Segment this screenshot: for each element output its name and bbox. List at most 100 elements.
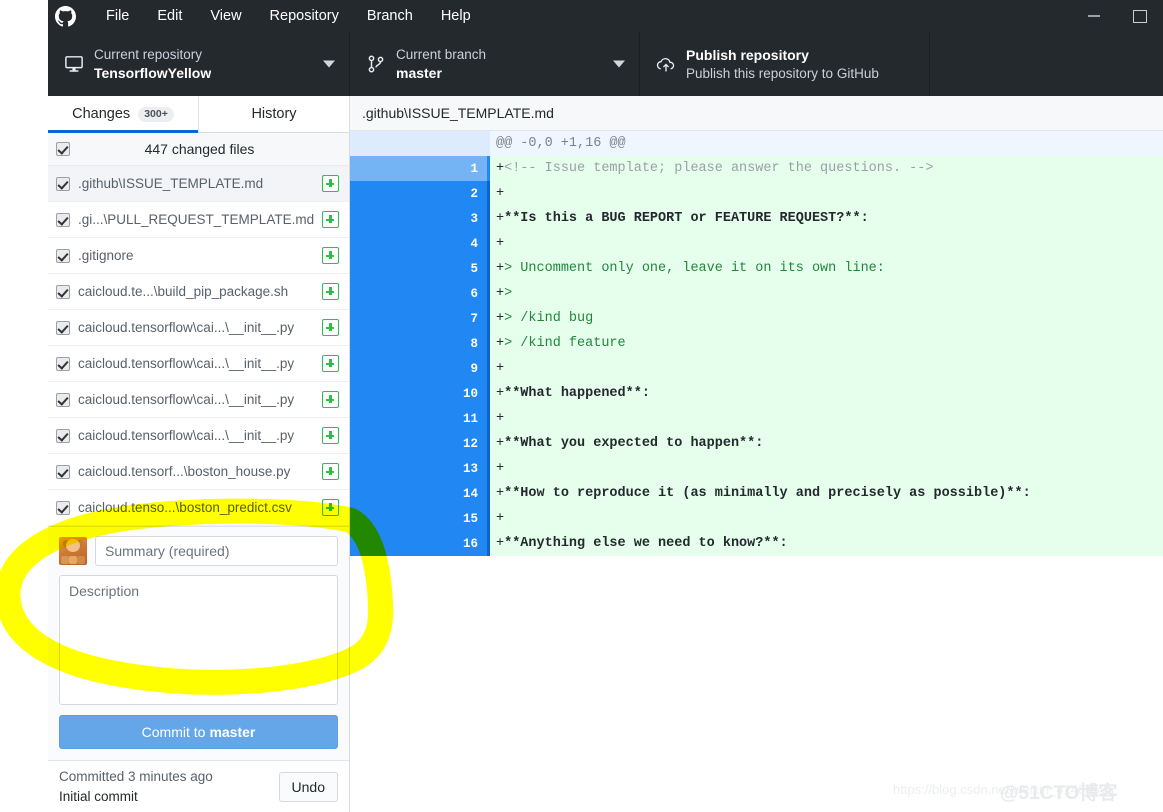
menu-view[interactable]: View — [196, 0, 255, 32]
diff-line-number[interactable]: 3 — [420, 206, 490, 231]
diff-line-number[interactable]: 8 — [420, 331, 490, 356]
publish-repository-button[interactable]: Publish repository Publish this reposito… — [640, 32, 930, 96]
diff-line[interactable]: 15 + — [350, 506, 1163, 531]
diff-line-number[interactable]: 12 — [420, 431, 490, 456]
toolbar: Current repository TensorflowYellow Curr… — [48, 32, 1163, 96]
undo-button[interactable]: Undo — [278, 771, 338, 802]
diff-line-number[interactable]: 2 — [420, 181, 490, 206]
diff-line-number[interactable]: 7 — [420, 306, 490, 331]
current-branch-button[interactable]: Current branch master — [350, 32, 640, 96]
diff-line-number[interactable]: 4 — [420, 231, 490, 256]
select-all-row[interactable]: 447 changed files — [48, 133, 349, 166]
diff-line-text: + — [490, 506, 1163, 531]
file-checkbox[interactable] — [56, 176, 70, 191]
diff-gutter-old[interactable] — [350, 456, 420, 481]
diff-line-number[interactable]: 1 — [420, 156, 490, 181]
diff-body[interactable]: @@ -0,0 +1,16 @@ 1 + <!-- Issue template;… — [350, 131, 1163, 812]
file-checkbox[interactable] — [56, 392, 70, 407]
github-desktop-window: File Edit View Repository Branch Help Cu… — [48, 0, 1163, 812]
select-all-checkbox[interactable] — [56, 142, 70, 156]
menu-branch[interactable]: Branch — [353, 0, 427, 32]
file-checkbox[interactable] — [56, 320, 70, 335]
diff-gutter-old[interactable] — [350, 256, 420, 281]
diff-line-number[interactable]: 10 — [420, 381, 490, 406]
diff-gutter-old[interactable] — [350, 356, 420, 381]
diff-gutter-old[interactable] — [350, 231, 420, 256]
diff-gutter-old[interactable] — [350, 531, 420, 556]
file-row[interactable]: caicloud.tensorflow\cai...\__init__.py — [48, 382, 349, 418]
diff-gutter-old[interactable] — [350, 156, 420, 181]
diff-line-number[interactable]: 14 — [420, 481, 490, 506]
commit-description-input[interactable]: Description — [59, 575, 338, 705]
diff-line-number[interactable]: 13 — [420, 456, 490, 481]
file-row[interactable]: .gitignore — [48, 238, 349, 274]
file-row[interactable]: .github\ISSUE_TEMPLATE.md — [48, 166, 349, 202]
diff-line-number[interactable]: 16 — [420, 531, 490, 556]
commit-summary-input[interactable]: Summary (required) — [95, 536, 338, 566]
menu-repository[interactable]: Repository — [256, 0, 353, 32]
changed-files-list[interactable]: .github\ISSUE_TEMPLATE.md .gi...\PULL_RE… — [48, 166, 349, 526]
diff-line-number[interactable]: 6 — [420, 281, 490, 306]
publish-subtitle: Publish this repository to GitHub — [686, 65, 879, 81]
current-repository-button[interactable]: Current repository TensorflowYellow — [48, 32, 350, 96]
diff-gutter-old[interactable] — [350, 206, 420, 231]
diff-gutter-old[interactable] — [350, 506, 420, 531]
diff-line[interactable]: 6 + > — [350, 281, 1163, 306]
diff-line-text: + **How to reproduce it (as minimally and… — [490, 481, 1163, 506]
diff-line[interactable]: 10 + **What happened**: — [350, 381, 1163, 406]
file-row[interactable]: .gi...\PULL_REQUEST_TEMPLATE.md — [48, 202, 349, 238]
diff-line-number[interactable]: 11 — [420, 406, 490, 431]
diff-gutter-old[interactable] — [350, 381, 420, 406]
diff-gutter-old[interactable] — [350, 406, 420, 431]
file-row[interactable]: caicloud.tenso...\boston_predict.csv — [48, 490, 349, 526]
menu-help[interactable]: Help — [427, 0, 485, 32]
diff-line-text: + > /kind feature — [490, 331, 1163, 356]
menu-edit[interactable]: Edit — [143, 0, 196, 32]
tab-changes[interactable]: Changes 300+ — [48, 96, 198, 133]
diff-line[interactable]: 3 + **Is this a BUG REPORT or FEATURE REQ… — [350, 206, 1163, 231]
diff-line-number[interactable]: 5 — [420, 256, 490, 281]
menu-file[interactable]: File — [92, 0, 143, 32]
diff-line[interactable]: 7 + > /kind bug — [350, 306, 1163, 331]
file-added-icon — [322, 211, 339, 228]
diff-gutter-old[interactable] — [350, 431, 420, 456]
diff-line[interactable]: 1 + <!-- Issue template; please answer th… — [350, 156, 1163, 181]
diff-line[interactable]: 8 + > /kind feature — [350, 331, 1163, 356]
diff-line[interactable]: 14 + **How to reproduce it (as minimally … — [350, 481, 1163, 506]
file-checkbox[interactable] — [56, 212, 70, 227]
diff-line-text: + — [490, 406, 1163, 431]
file-row[interactable]: caicloud.tensorf...\boston_house.py — [48, 454, 349, 490]
screenshot-root: File Edit View Repository Branch Help Cu… — [0, 0, 1163, 812]
diff-line[interactable]: 9 + — [350, 356, 1163, 381]
diff-line[interactable]: 2 + — [350, 181, 1163, 206]
file-checkbox[interactable] — [56, 500, 70, 515]
diff-gutter-old[interactable] — [350, 281, 420, 306]
diff-line[interactable]: 16 + **Anything else we need to know?**: — [350, 531, 1163, 556]
diff-gutter-old[interactable] — [350, 481, 420, 506]
diff-line-number[interactable]: 9 — [420, 356, 490, 381]
file-checkbox[interactable] — [56, 428, 70, 443]
file-row[interactable]: caicloud.tensorflow\cai...\__init__.py — [48, 310, 349, 346]
diff-line[interactable]: 5 + > Uncomment only one, leave it on its… — [350, 256, 1163, 281]
diff-line-number[interactable]: 15 — [420, 506, 490, 531]
file-checkbox[interactable] — [56, 464, 70, 479]
diff-gutter-old[interactable] — [350, 331, 420, 356]
diff-line[interactable]: 12 + **What you expected to happen**: — [350, 431, 1163, 456]
diff-gutter-old[interactable] — [350, 306, 420, 331]
diff-gutter-new[interactable] — [420, 131, 490, 156]
file-checkbox[interactable] — [56, 248, 70, 263]
file-checkbox[interactable] — [56, 356, 70, 371]
file-row[interactable]: caicloud.tensorflow\cai...\__init__.py — [48, 418, 349, 454]
tab-history[interactable]: History — [199, 96, 349, 132]
maximize-button[interactable] — [1117, 0, 1163, 32]
diff-line[interactable]: 13 + — [350, 456, 1163, 481]
diff-line[interactable]: 4 + — [350, 231, 1163, 256]
diff-line[interactable]: 11 + — [350, 406, 1163, 431]
file-row[interactable]: caicloud.te...\build_pip_package.sh — [48, 274, 349, 310]
file-row[interactable]: caicloud.tensorflow\cai...\__init__.py — [48, 346, 349, 382]
diff-gutter-old[interactable] — [350, 181, 420, 206]
minimize-button[interactable] — [1071, 0, 1117, 32]
diff-gutter-old[interactable] — [350, 131, 420, 156]
file-checkbox[interactable] — [56, 284, 70, 299]
commit-button[interactable]: Commit to master — [59, 715, 338, 749]
